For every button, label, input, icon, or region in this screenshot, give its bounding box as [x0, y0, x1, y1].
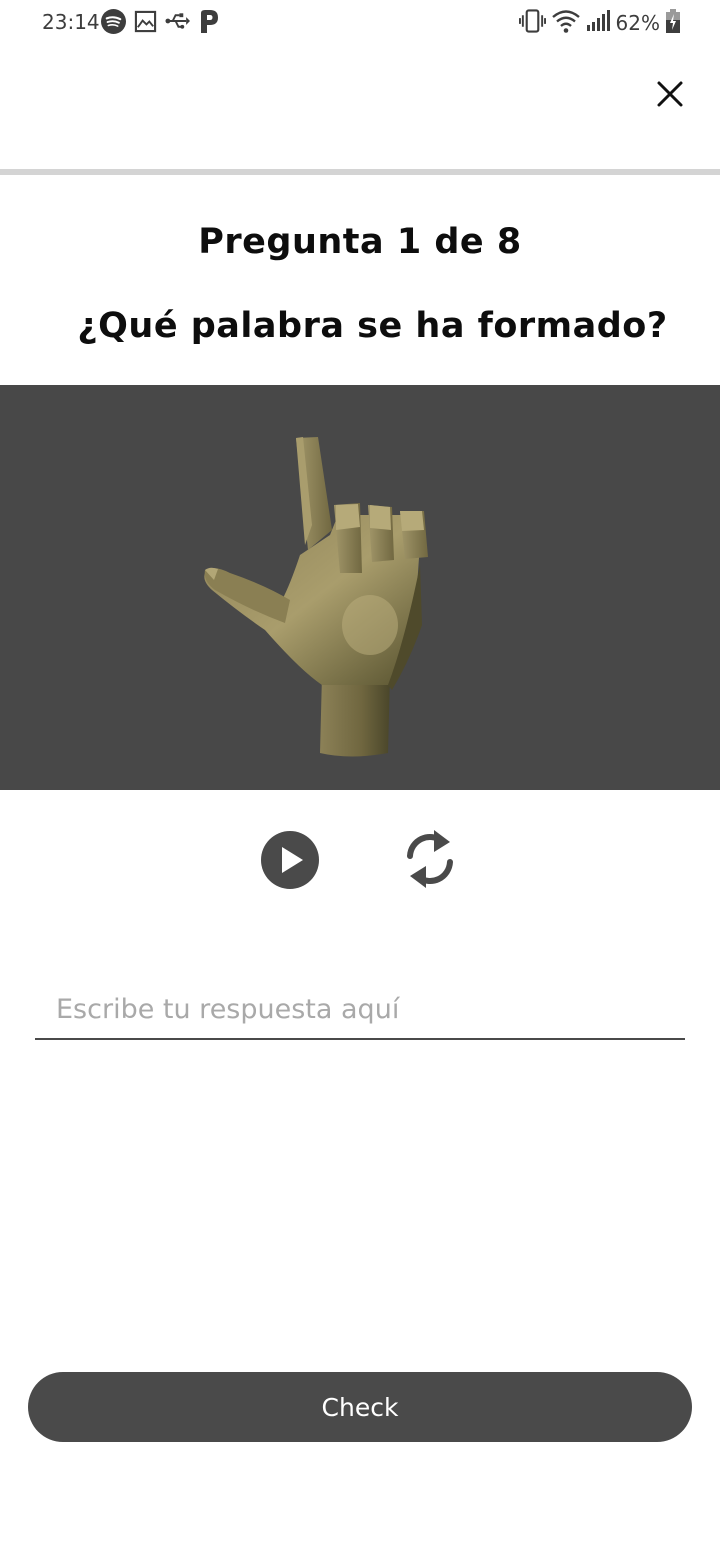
progress-bar	[0, 169, 720, 175]
question-prompt: ¿Qué palabra se ha formado?	[77, 306, 668, 346]
sign-model-viewer[interactable]	[0, 385, 720, 790]
spotify-icon	[101, 8, 126, 38]
usb-icon	[165, 11, 190, 35]
vibrate-icon	[518, 9, 546, 37]
signal-icon	[586, 10, 610, 36]
hand-sign-model	[204, 437, 428, 757]
status-system-icons: 62%	[518, 9, 680, 37]
answer-input[interactable]	[35, 980, 685, 1040]
status-time: 23:14	[42, 10, 100, 34]
refresh-icon	[398, 830, 462, 896]
battery-percent: 62%	[615, 11, 660, 35]
battery-icon	[666, 9, 680, 37]
parking-icon	[198, 9, 220, 38]
wifi-icon	[551, 9, 580, 37]
status-notification-icons	[101, 8, 220, 38]
check-button[interactable]: Check	[28, 1372, 692, 1442]
close-button[interactable]	[650, 76, 690, 116]
replay-button[interactable]	[398, 826, 462, 892]
question-counter: Pregunta 1 de 8	[198, 222, 522, 262]
image-icon	[134, 10, 157, 37]
status-bar: 23:14 62%	[0, 0, 720, 48]
play-icon	[260, 831, 320, 894]
close-icon	[656, 80, 684, 112]
play-button[interactable]	[260, 830, 320, 890]
